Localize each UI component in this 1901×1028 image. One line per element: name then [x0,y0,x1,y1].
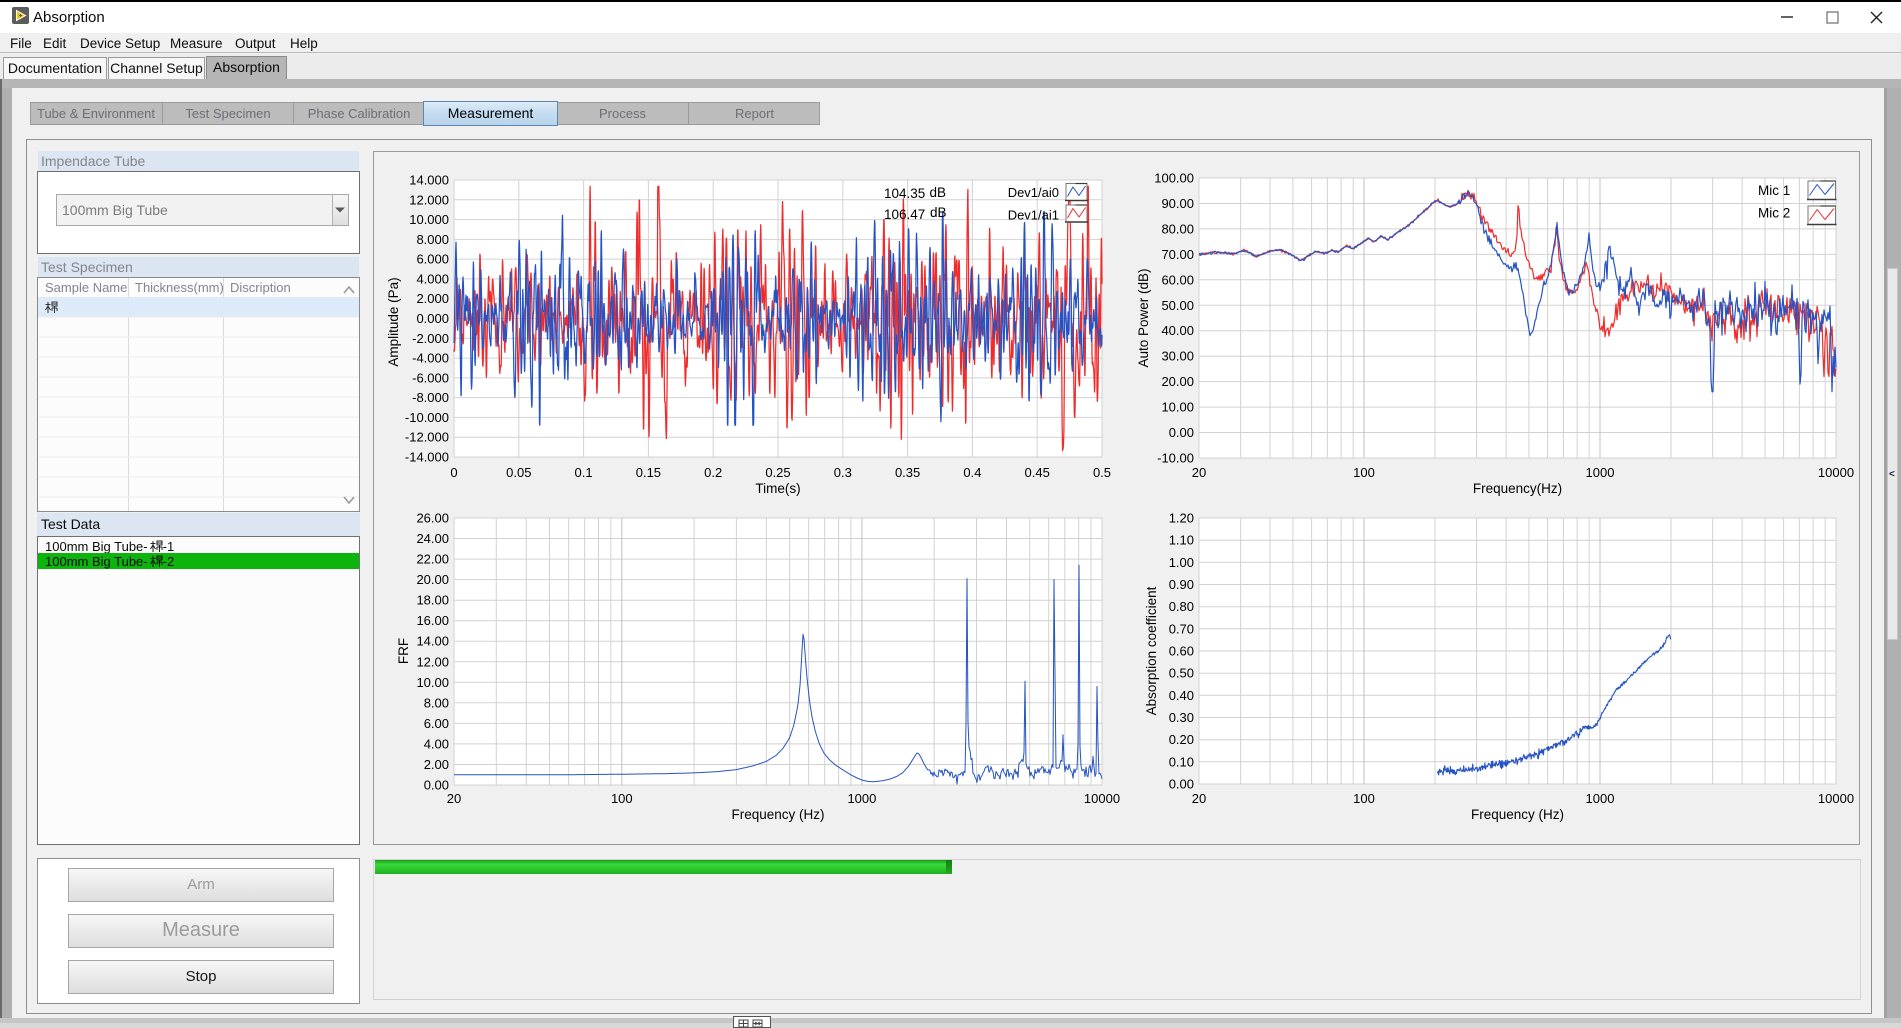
svg-text:6.000: 6.000 [416,252,449,267]
svg-text:0.45: 0.45 [1025,465,1050,480]
svg-text:dB: dB [930,185,947,200]
svg-text:0.30: 0.30 [1169,710,1194,725]
svg-text:-4.000: -4.000 [412,351,449,366]
svg-text:1.00: 1.00 [1169,555,1194,570]
svg-text:40.00: 40.00 [1161,323,1194,338]
svg-text:90.00: 90.00 [1161,196,1194,211]
svg-text:0.00: 0.00 [1169,425,1194,440]
svg-text:8.00: 8.00 [424,695,449,710]
svg-text:12.000: 12.000 [409,192,449,207]
svg-text:0.35: 0.35 [895,465,920,480]
svg-text:10000: 10000 [1818,465,1854,480]
svg-text:0.80: 0.80 [1169,599,1194,614]
svg-text:0.00: 0.00 [1169,777,1194,792]
svg-text:80.00: 80.00 [1161,221,1194,236]
svg-text:16.00: 16.00 [416,613,449,628]
svg-text:0: 0 [450,465,457,480]
svg-text:Amplitude (Pa): Amplitude (Pa) [386,277,401,366]
svg-text:20: 20 [1192,791,1206,806]
svg-text:0.60: 0.60 [1169,644,1194,659]
svg-text:100.00: 100.00 [1154,171,1194,186]
svg-text:0.70: 0.70 [1169,621,1194,636]
svg-text:20: 20 [447,791,461,806]
svg-text:Absorption coefficient: Absorption coefficient [1144,586,1159,715]
svg-text:-8.000: -8.000 [412,390,449,405]
svg-text:1000: 1000 [1586,791,1615,806]
svg-text:10000: 10000 [1818,791,1854,806]
svg-text:2.000: 2.000 [416,291,449,306]
svg-text:20.00: 20.00 [1161,374,1194,389]
svg-text:0.5: 0.5 [1093,465,1111,480]
svg-text:50.00: 50.00 [1161,298,1194,313]
svg-text:10.00: 10.00 [416,675,449,690]
svg-text:-12.000: -12.000 [405,430,449,445]
svg-text:1.10: 1.10 [1169,533,1194,548]
svg-text:12.00: 12.00 [416,654,449,669]
svg-text:FRF: FRF [396,638,411,664]
svg-text:100: 100 [1353,791,1375,806]
svg-text:Frequency (Hz): Frequency (Hz) [731,807,824,822]
svg-text:106.47: 106.47 [884,207,925,222]
svg-text:-10.000: -10.000 [405,410,449,425]
svg-text:26.00: 26.00 [416,511,449,526]
svg-text:Dev1/ai1: Dev1/ai1 [1008,208,1059,223]
svg-text:Mic 2: Mic 2 [1758,206,1790,221]
svg-text:0.000: 0.000 [416,311,449,326]
svg-text:4.00: 4.00 [424,736,449,751]
svg-text:-10.00: -10.00 [1157,451,1194,466]
svg-text:0.3: 0.3 [834,465,852,480]
svg-text:20.00: 20.00 [416,572,449,587]
svg-text:0.10: 0.10 [1169,754,1194,769]
svg-text:dB: dB [930,205,947,220]
svg-text:-14.000: -14.000 [405,450,449,465]
svg-text:60.00: 60.00 [1161,272,1194,287]
svg-text:14.00: 14.00 [416,634,449,649]
svg-text:10000: 10000 [1084,791,1120,806]
svg-text:2.00: 2.00 [424,757,449,772]
svg-text:1000: 1000 [847,791,876,806]
svg-text:70.00: 70.00 [1161,247,1194,262]
svg-text:14.000: 14.000 [409,173,449,188]
svg-text:1000: 1000 [1586,465,1615,480]
svg-text:-2.000: -2.000 [412,331,449,346]
svg-text:4.000: 4.000 [416,271,449,286]
svg-text:0.90: 0.90 [1169,577,1194,592]
svg-text:0.4: 0.4 [963,465,981,480]
svg-text:1.20: 1.20 [1169,511,1194,526]
svg-text:8.000: 8.000 [416,232,449,247]
svg-text:Mic 1: Mic 1 [1758,183,1790,198]
svg-text:-6.000: -6.000 [412,370,449,385]
svg-text:6.00: 6.00 [424,716,449,731]
svg-text:10.000: 10.000 [409,212,449,227]
svg-text:24.00: 24.00 [416,531,449,546]
svg-text:0.40: 0.40 [1169,688,1194,703]
svg-text:0.20: 0.20 [1169,732,1194,747]
svg-text:Time(s): Time(s) [755,481,800,496]
svg-text:22.00: 22.00 [416,552,449,567]
svg-text:100: 100 [611,791,633,806]
svg-text:104.35: 104.35 [884,186,925,201]
svg-text:100: 100 [1353,465,1375,480]
svg-text:0.1: 0.1 [575,465,593,480]
svg-text:Dev1/ai0: Dev1/ai0 [1008,185,1059,200]
svg-text:0.15: 0.15 [636,465,661,480]
svg-text:0.50: 0.50 [1169,666,1194,681]
svg-text:18.00: 18.00 [416,593,449,608]
svg-text:0.25: 0.25 [765,465,790,480]
svg-text:0.2: 0.2 [704,465,722,480]
svg-text:20: 20 [1192,465,1206,480]
svg-text:Frequency(Hz): Frequency(Hz) [1473,481,1562,496]
svg-text:0.00: 0.00 [424,778,449,793]
svg-text:10.00: 10.00 [1161,400,1194,415]
svg-text:Auto Power (dB): Auto Power (dB) [1136,268,1151,367]
svg-text:0.05: 0.05 [506,465,531,480]
svg-text:Frequency (Hz): Frequency (Hz) [1471,807,1564,822]
svg-text:30.00: 30.00 [1161,349,1194,364]
